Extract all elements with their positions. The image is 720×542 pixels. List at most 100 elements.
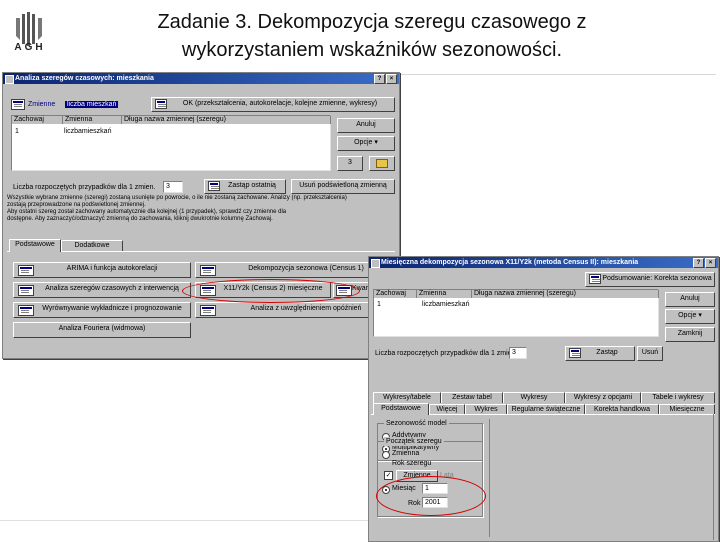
main-window: Analiza szeregów czasowych: mieszkania ?…: [2, 72, 400, 359]
replace-icon: [208, 181, 220, 191]
radio-from-first-sub: Rok szeregu: [392, 460, 432, 467]
group-start-label: Początek szeregu: [384, 437, 444, 446]
options-label: Opcje: [354, 139, 373, 146]
info-line2: zostają przeprowadzone na podświetlonej …: [7, 202, 146, 208]
dialog-window-icon: [371, 259, 380, 268]
dialog-variables-table[interactable]: Zachowaj Zmienna Długa nazwa zmiennej (s…: [373, 289, 659, 337]
arima-label: ARIMA i funkcja autokorelacji: [66, 265, 158, 272]
col-variable: Zmienna: [63, 116, 122, 124]
slide-title-line2: wykorzystaniem wskaźników sezonowości.: [181, 39, 563, 61]
dialog-options-button[interactable]: Opcje ▾: [665, 309, 715, 324]
dialog-col-variable: Zmienna: [417, 290, 472, 298]
dialog-delete-button[interactable]: Usuń: [637, 346, 663, 361]
bottom-divider: [0, 520, 370, 521]
exp-smoothing-icon: [18, 305, 34, 316]
variables-button[interactable]: Zmienne: [28, 101, 55, 108]
delete-button[interactable]: Usuń podświetloną zmienną: [291, 179, 395, 194]
dialog-options-label: Opcje: [678, 312, 697, 319]
ops-icon: [155, 99, 167, 109]
census1-button[interactable]: Dekompozycja sezonowa (Census 1): [195, 262, 397, 278]
census1-icon: [200, 265, 216, 276]
tab-table-set[interactable]: Zestaw tabel: [441, 392, 503, 403]
dialog-col-longname: Długa nazwa zmiennej (szeregu): [472, 290, 659, 298]
replace-button[interactable]: Zastąp ostatnią: [204, 179, 286, 194]
info-line4: dostępne. Aby zaznaczyć/odznaczyć zmienn…: [7, 216, 273, 222]
col-save: Zachowaj: [12, 116, 63, 124]
row-num: 1: [15, 128, 19, 135]
ops-button-label: OK (przekształcenia, autokorelacje, kole…: [182, 100, 378, 107]
agh-logo: [16, 12, 42, 46]
exp-smoothing-button[interactable]: Wyrównywanie wykładnicze i prognozowanie: [13, 302, 191, 318]
arima-button[interactable]: ARIMA i funkcja autokorelacji: [13, 262, 191, 278]
close-icon[interactable]: ×: [386, 74, 397, 84]
fourier-button[interactable]: Analiza Fouriera (widmowa): [13, 322, 191, 338]
cases-input[interactable]: 3: [163, 181, 183, 193]
highlight-ellipse-x11: [182, 279, 360, 303]
tab-plots-options[interactable]: Wykresy z opcjami: [565, 392, 641, 403]
dialog-col-save: Zachowaj: [374, 290, 417, 298]
main-window-titlebar: Analiza szeregów czasowych: mieszkania ?…: [3, 73, 399, 84]
dialog-tab-panel-right: [713, 414, 714, 540]
summary-button[interactable]: Podsumowanie: Korekta sezonowa: [585, 272, 715, 287]
main-window-title: Analiza szeregów czasowych: mieszkania: [15, 75, 154, 82]
checkbox-variables[interactable]: ✓: [384, 471, 393, 480]
dialog-replace-icon: [569, 348, 581, 358]
group-model-label: Sezonowość model: [384, 419, 449, 428]
tab-dialog-basic[interactable]: Podstawowe: [373, 403, 429, 415]
slide-title: Zadanie 3. Dekompozycja szeregu czasoweg…: [112, 8, 632, 64]
replace-label: Zastąp ostatnią: [228, 182, 276, 189]
variables-icon: [11, 99, 25, 110]
dialog-titlebar: Miesięczna dekompozycja sezonowa X11/Y2k…: [369, 257, 718, 268]
arima-icon: [18, 265, 34, 276]
lag-icon: [200, 305, 216, 316]
folder-icon: [376, 159, 388, 168]
intervention-label: Analiza szeregów czasowych z interwencją: [45, 285, 179, 292]
options-button[interactable]: Opcje ▾: [337, 136, 395, 151]
open-folder-button[interactable]: [369, 156, 395, 171]
dialog-replace-button[interactable]: Zastąp: [565, 346, 635, 361]
tab-basic[interactable]: Podstawowe: [9, 239, 61, 252]
help-icon[interactable]: ?: [374, 74, 385, 84]
cases-label: Liczba rozpoczętych przypadków dla 1 zmi…: [13, 184, 156, 191]
census1-label: Dekompozycja sezonowa (Census 1): [248, 265, 364, 272]
save-number-button[interactable]: 3: [337, 156, 363, 171]
window-icon: [5, 75, 14, 84]
fourier-label: Analiza Fouriera (widmowa): [58, 325, 146, 332]
tab-plots-tables[interactable]: Wykresy/tabele: [373, 392, 441, 403]
tab-plots[interactable]: Wykresy: [503, 392, 565, 403]
lag-label: Analiza z uwzględnieniem opóźnień: [250, 305, 362, 312]
row-name: liczbamieszkań: [64, 128, 112, 135]
variables-table[interactable]: Zachowaj Zmienna Długa nazwa zmiennej (s…: [11, 115, 331, 171]
dialog-row-name: liczbamieszkań: [422, 301, 470, 308]
exp-smoothing-label: Wyrównywanie wykładnicze i prognozowanie: [42, 305, 182, 312]
highlight-ellipse-start: [376, 476, 486, 516]
summary-icon: [589, 274, 601, 284]
col-longname: Długa nazwa zmiennej (szeregu): [122, 116, 331, 124]
dialog-close-label: Zamknij: [677, 330, 703, 337]
radio-from-first[interactable]: [382, 451, 390, 459]
dialog-cancel-button[interactable]: Anuluj: [665, 292, 715, 307]
info-line1: Wszystkie wybrane zmienne (szeregi) zost…: [7, 195, 347, 201]
dialog-replace-label: Zastąp: [596, 349, 618, 356]
dialog-title: Miesięczna dekompozycja sezonowa X11/Y2k…: [381, 259, 639, 266]
intervention-icon: [18, 285, 34, 296]
tab-tables-plots[interactable]: Tabele i wykresy: [641, 392, 715, 403]
dialog-close-button[interactable]: Zamknij: [665, 327, 715, 342]
logo-text: AGH: [14, 42, 46, 53]
cancel-button[interactable]: Anuluj: [337, 118, 395, 133]
dialog-close-icon[interactable]: ×: [705, 258, 716, 268]
dialog-cases-label: Liczba rozpoczętych przypadków dla 1 zmi…: [375, 350, 518, 357]
info-line3: Aby ostatni szereg został zachowany auto…: [7, 209, 287, 215]
slide-title-line1: Zadanie 3. Dekompozycja szeregu czasoweg…: [157, 11, 587, 33]
variable-name: liczba mieszkań: [65, 101, 119, 108]
tab-panel-border: [7, 251, 395, 252]
intervention-button[interactable]: Analiza szeregów czasowych z interwencją: [13, 282, 191, 298]
dialog-tab-panel-mid: [489, 419, 490, 537]
dialog-row-num: 1: [377, 301, 381, 308]
ops-button[interactable]: OK (przekształcenia, autokorelacje, kole…: [151, 97, 395, 112]
dialog-help-icon[interactable]: ?: [693, 258, 704, 268]
dialog-cases-input[interactable]: 3: [509, 347, 527, 359]
lag-analysis-button[interactable]: Analiza z uwzględnieniem opóźnień: [195, 302, 397, 318]
radio-from-first-label: Zmienna: [392, 450, 420, 457]
divider: [400, 74, 716, 75]
